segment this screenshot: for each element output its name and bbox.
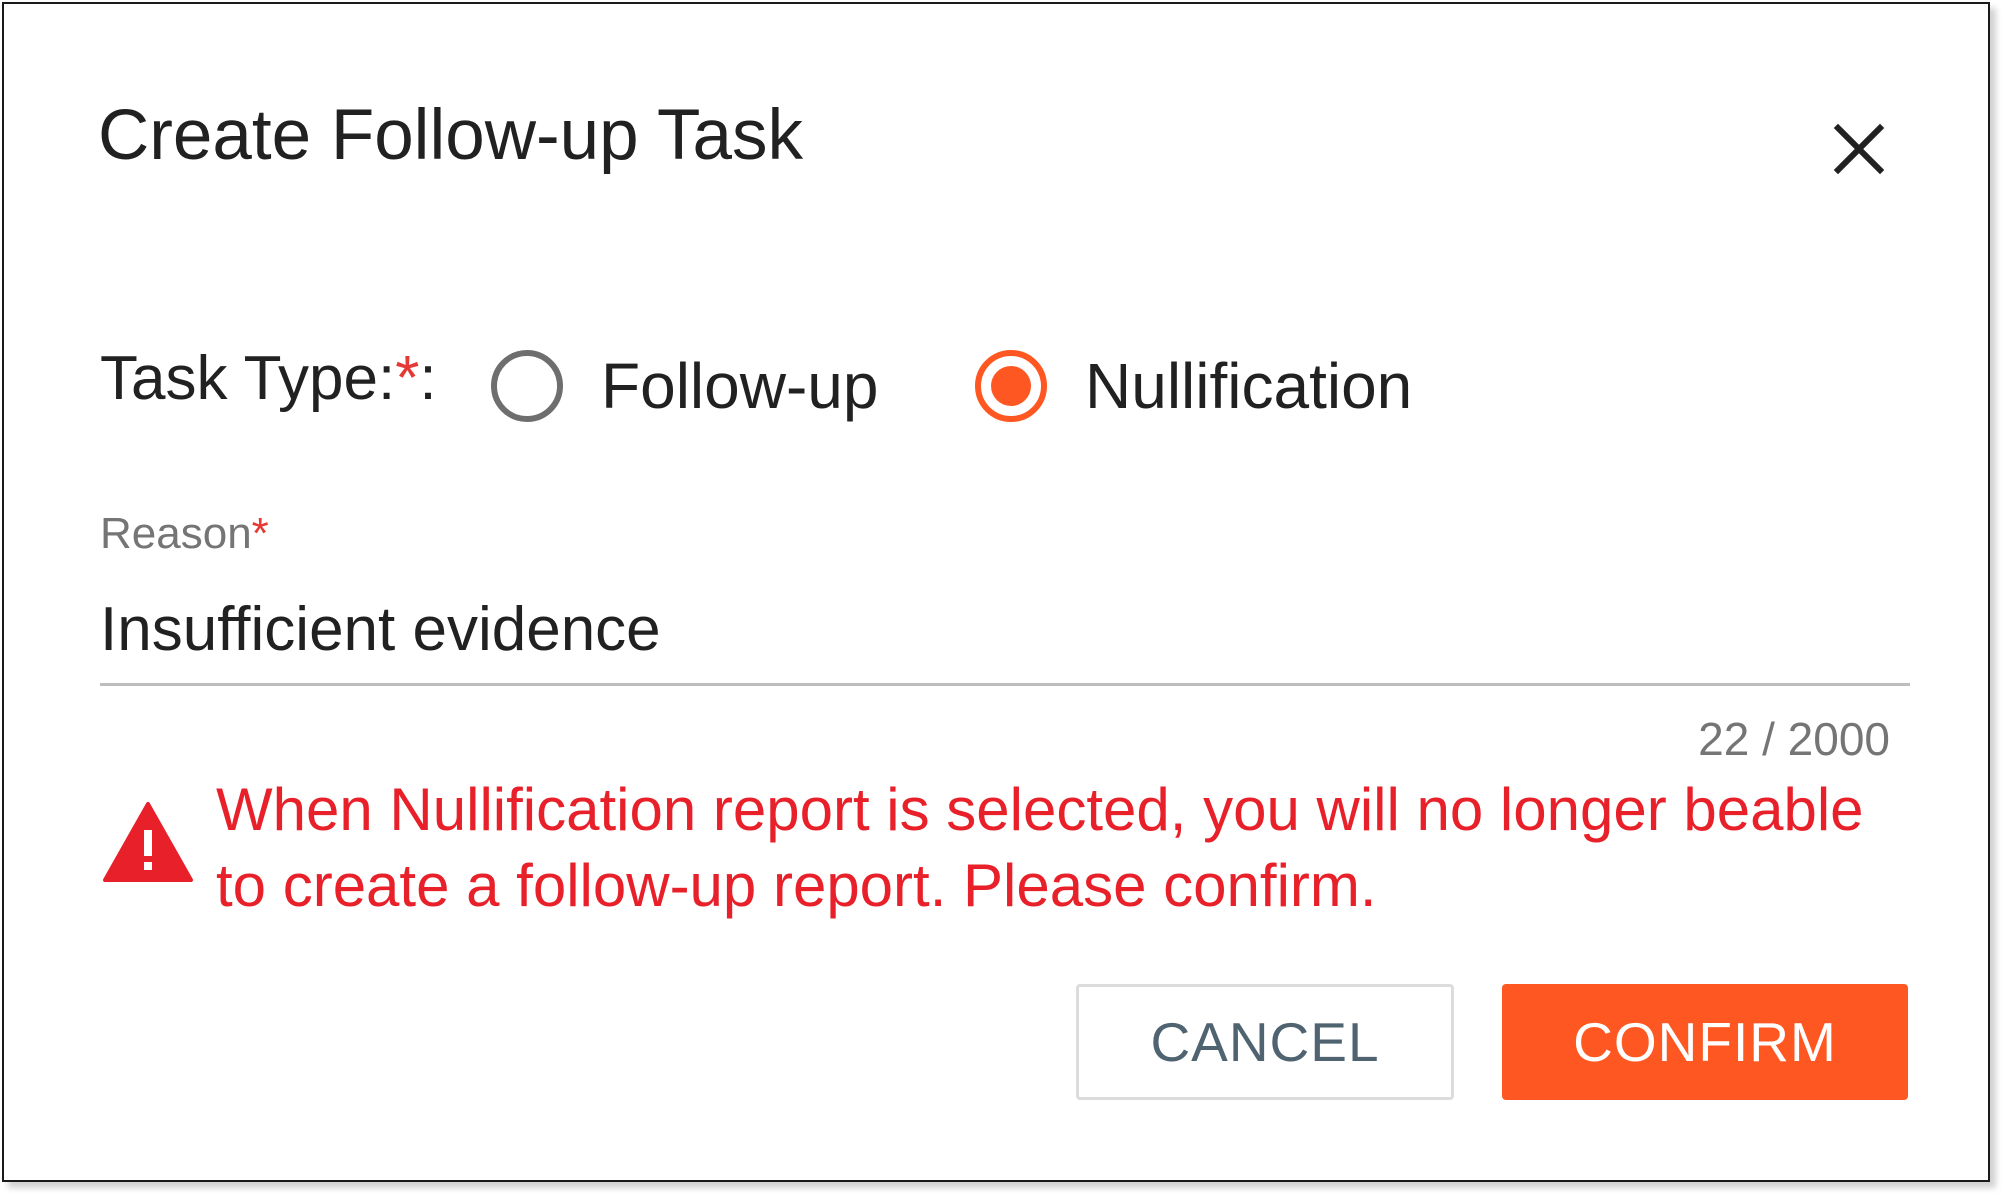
required-mark: * bbox=[395, 344, 420, 413]
radio-followup[interactable]: Follow-up bbox=[491, 346, 878, 426]
task-type-label: Task Type:*: bbox=[100, 348, 437, 410]
task-type-label-text: Task Type: bbox=[100, 344, 396, 413]
radio-followup-label: Follow-up bbox=[601, 350, 879, 422]
radio-circle-unchecked[interactable] bbox=[491, 350, 563, 422]
dialog-title: Create Follow-up Task bbox=[98, 96, 804, 175]
reason-required-mark: * bbox=[251, 509, 269, 558]
reason-input[interactable] bbox=[100, 576, 1910, 686]
reason-label-text: Reason bbox=[100, 509, 252, 558]
close-icon bbox=[1833, 123, 1885, 175]
confirm-button[interactable]: CONFIRM bbox=[1502, 984, 1908, 1100]
close-button[interactable] bbox=[1824, 114, 1894, 184]
radio-nullification[interactable]: Nullification bbox=[975, 346, 1412, 426]
warning-triangle-icon bbox=[102, 800, 194, 884]
character-counter: 22 / 2000 bbox=[1698, 713, 1890, 765]
create-task-dialog: Create Follow-up Task Task Type:*: Follo… bbox=[2, 2, 1990, 1182]
cancel-button[interactable]: CANCEL bbox=[1076, 984, 1454, 1100]
radio-circle-checked[interactable] bbox=[975, 350, 1047, 422]
reason-label: Reason* bbox=[100, 512, 269, 556]
warning-message: When Nullification report is selected, y… bbox=[216, 776, 1864, 919]
radio-nullification-label: Nullification bbox=[1085, 350, 1413, 422]
task-type-label-suffix: : bbox=[419, 344, 437, 413]
